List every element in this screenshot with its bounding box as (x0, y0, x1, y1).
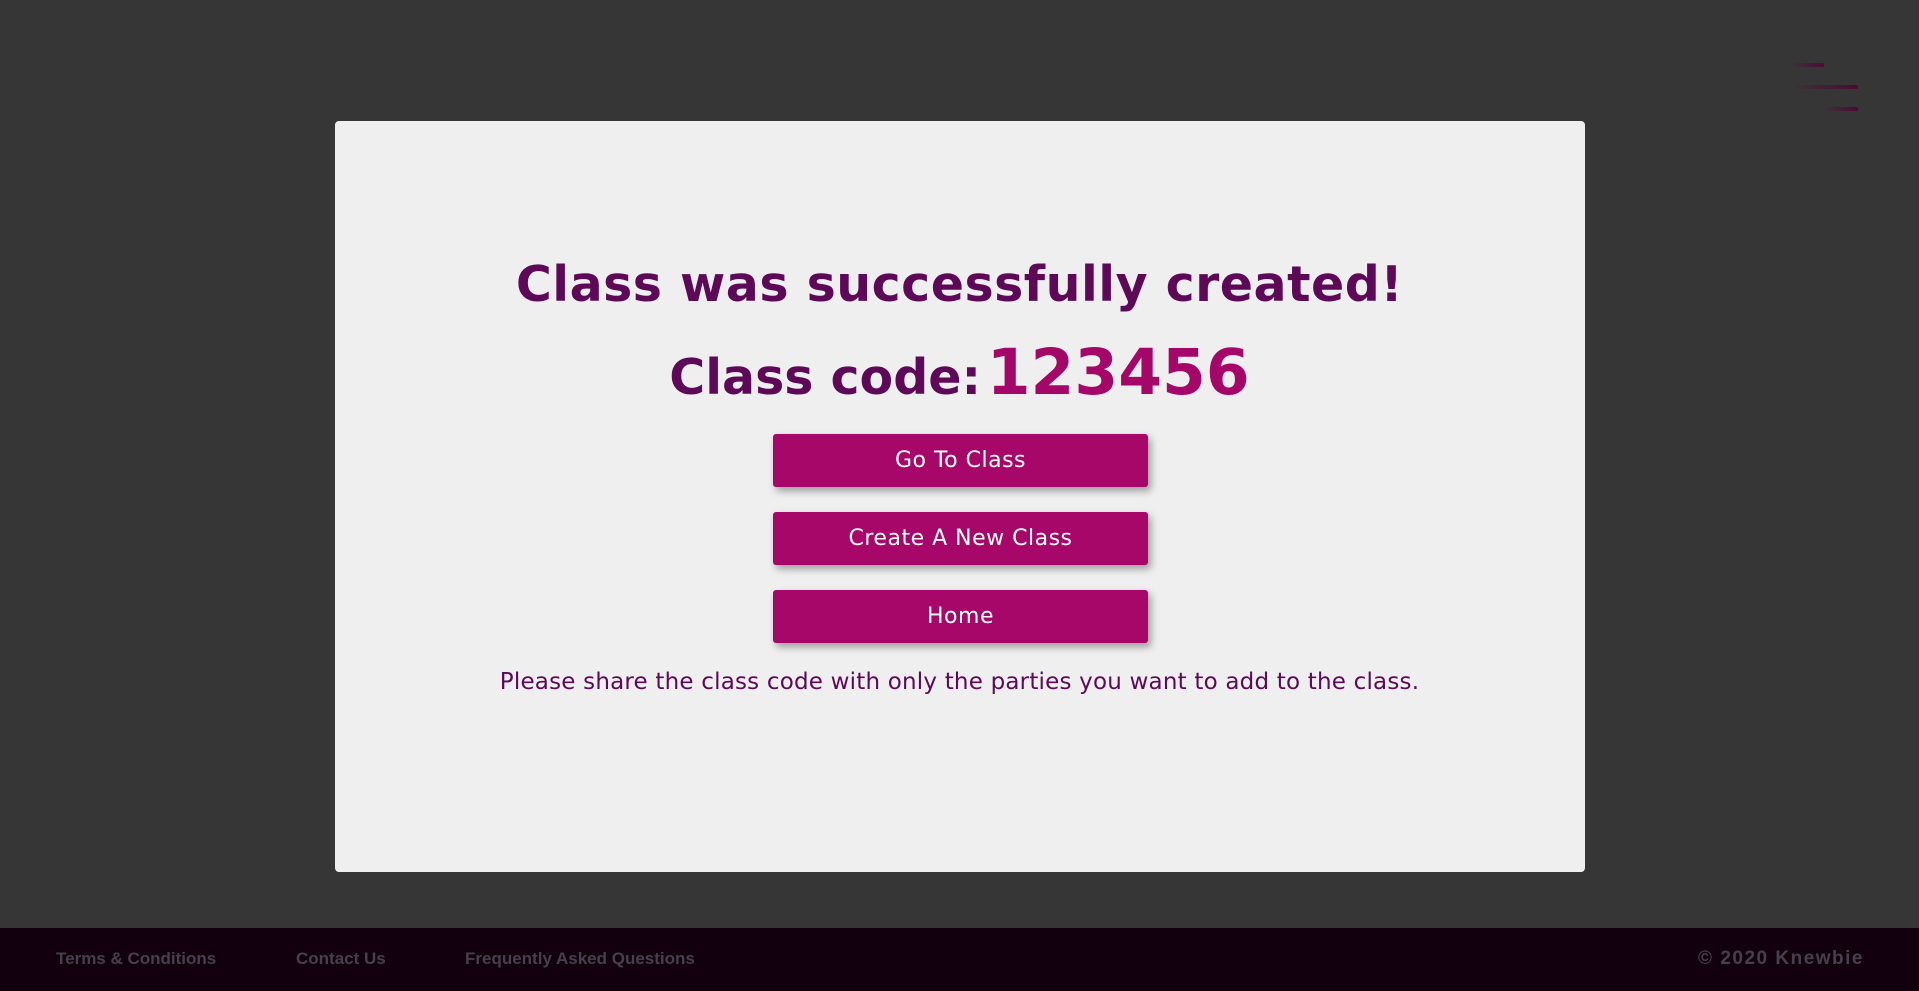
class-code-line: Class code: 123456 (0, 336, 1919, 409)
create-new-class-button[interactable]: Create A New Class (773, 512, 1148, 565)
hamburger-menu-icon[interactable] (1792, 60, 1860, 118)
class-code-label: Class code: (669, 349, 982, 406)
footer-link-faq[interactable]: Frequently Asked Questions (465, 949, 695, 969)
footer: Terms & Conditions Contact Us Frequently… (0, 928, 1919, 991)
go-to-class-button[interactable]: Go To Class (773, 434, 1148, 487)
home-button[interactable]: Home (773, 590, 1148, 643)
menu-line-top (1794, 63, 1824, 67)
footer-link-terms[interactable]: Terms & Conditions (56, 949, 216, 969)
footer-link-contact[interactable]: Contact Us (296, 949, 386, 969)
class-code-value: 123456 (986, 336, 1250, 409)
copyright: © 2020 Knewbie (1698, 948, 1864, 969)
success-title: Class was successfully created! (515, 256, 1404, 313)
success-modal (335, 121, 1585, 872)
menu-line-bottom (1826, 107, 1858, 111)
menu-line-middle (1794, 85, 1858, 89)
page: Class was successfully created! Class co… (0, 0, 1919, 991)
share-note: Please share the class code with only th… (499, 669, 1420, 695)
